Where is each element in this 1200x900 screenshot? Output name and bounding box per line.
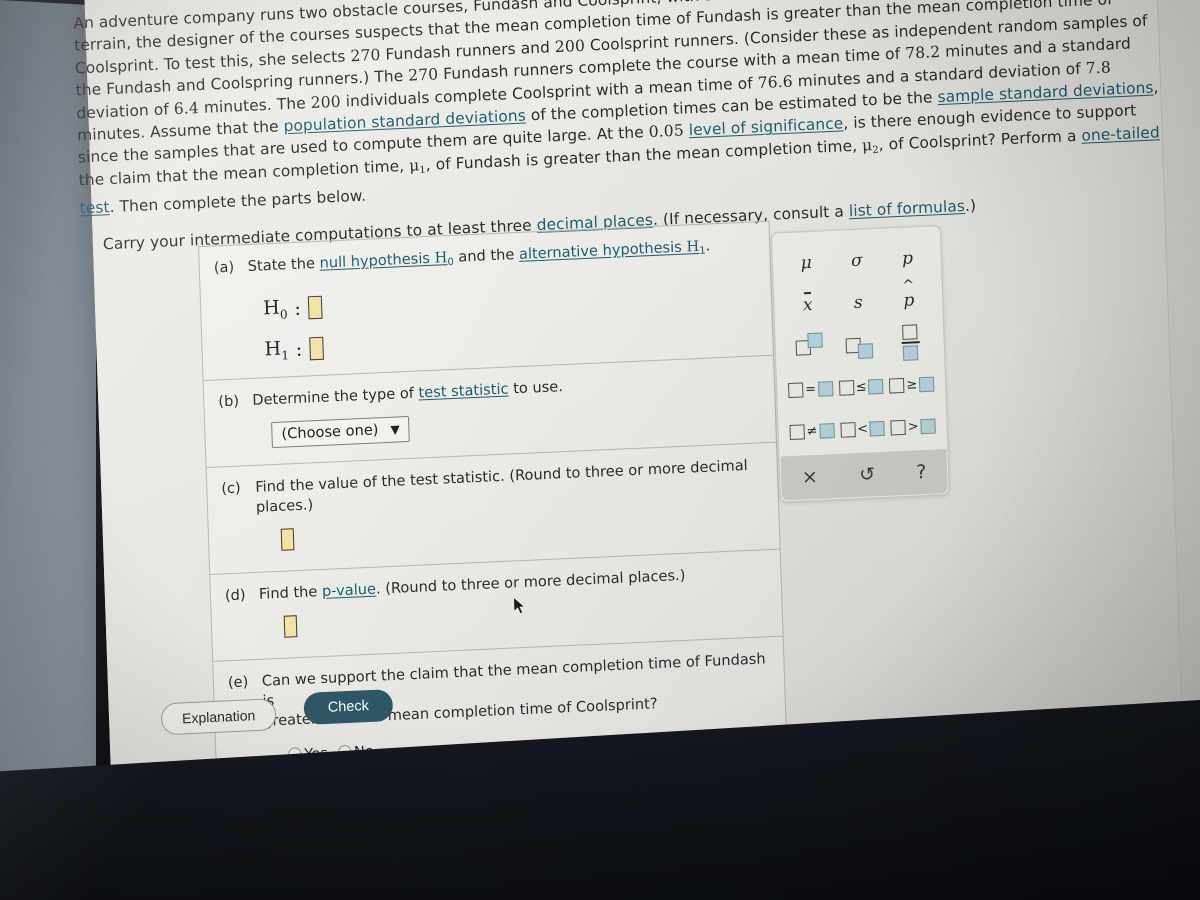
part-a-prompt: (a) State the null hypothesis H0 and the… [213,234,755,283]
check-button[interactable]: Check [303,688,394,725]
part-b-text: Determine the type of test statistic to … [252,377,563,411]
symbol-palette-grid: μ σ p x s p = ≤ ≥ ≠ < > [780,237,939,454]
part-d-tag: (d) [224,586,246,605]
palette-superscript-button[interactable] [785,326,832,368]
link-test-statistic[interactable]: test statistic [418,381,509,402]
palette-xbar-button[interactable]: x [784,284,831,326]
link-level-of-significance[interactable]: level of significance [688,115,843,140]
greater-than-icon: > [890,418,936,436]
part-b-text-pre: Determine the type of [252,384,419,409]
part-b-text-post: to use. [508,378,564,398]
part-a-text: State the null hypothesis H0 and the alt… [247,236,710,282]
n2-value-repeat: 200 [310,92,342,112]
h0-line: H0 : [263,275,757,322]
n1-value: 270 [350,45,381,66]
problem-text-run-6: minutes. The [198,93,312,117]
link-null-hypothesis[interactable]: null hypothesis H0 [319,249,454,272]
phat-glyph: p [903,290,915,310]
palette-le-button[interactable]: ≤ [838,366,885,408]
symbol-palette: μ σ p x s p = ≤ ≥ ≠ < > × [770,225,950,503]
part-d-text: Find the p-value. (Round to three or mor… [259,566,686,605]
problem-text-run-15: . Then complete the parts below. [109,186,367,217]
part-c-text: Find the value of the test statistic. (R… [254,456,748,516]
h0-input[interactable] [307,295,323,320]
h1-input[interactable] [308,336,324,361]
palette-p-button[interactable]: p [884,238,931,280]
help-icon[interactable]: ? [916,461,927,483]
h0-label: H0 [262,296,288,322]
problem-text-run-14: , of Coolsprint? Perform a [878,126,1082,154]
part-d-text-post: . (Round to three or more decimal places… [375,566,686,598]
fraction-icon [901,324,920,361]
mu-2-symbol: μ2 [861,135,880,156]
palette-fraction-button[interactable] [887,322,934,364]
chevron-down-icon: ▼ [390,421,400,437]
n2-value: 200 [554,36,586,56]
superscript-icon [795,332,823,356]
h1-label: H1 [264,337,290,363]
greater-equal-icon: ≥ [889,376,935,394]
close-icon[interactable]: × [802,466,819,489]
question-sheet: An adventure company runs two obstacle c… [73,0,1183,788]
part-a-text-pre: State the [247,254,320,275]
part-a-row: (a) State the null hypothesis H0 and the… [199,221,774,382]
alpha-value: 0.05 [648,121,685,142]
palette-s-button[interactable]: s [835,282,882,324]
palette-equals-button[interactable]: = [787,368,834,410]
palette-phat-button[interactable]: p [885,280,932,322]
palette-subscript-button[interactable] [836,324,883,366]
mean1-value: 78.2 [904,43,941,63]
h1-line: H1 : [264,316,758,363]
part-c-prompt: (c) Find the value of the test statistic… [221,455,764,519]
palette-gt-button[interactable]: > [890,406,937,448]
part-c-field [280,507,765,555]
test-statistic-input[interactable] [280,528,295,551]
test-statistic-dropdown-value: (Choose one) [281,421,379,443]
screen-content: An adventure company runs two obstacle c… [73,0,1200,828]
link-list-of-formulas[interactable]: list of formulas [849,197,966,220]
palette-sigma-button[interactable]: σ [833,240,880,282]
problem-paragraph-1: An adventure company runs two obstacle c… [73,0,1164,220]
link-alternative-hypothesis[interactable]: alternative hypothesis H1 [519,238,706,263]
sd2-value: 7.8 [1085,58,1112,78]
part-a-text-post: . [705,237,711,255]
not-equal-icon: ≠ [789,422,835,440]
part-a-text-mid: and the [453,245,520,266]
xbar-glyph: x [802,294,813,316]
palette-mu-button[interactable]: μ [783,242,830,284]
monitor-photo: An adventure company runs two obstacle c… [0,0,1200,900]
less-equal-icon: ≤ [838,378,884,396]
test-statistic-dropdown[interactable]: (Choose one) ▼ [271,415,411,449]
n1-value-repeat: 270 [407,65,439,85]
mouse-cursor [513,596,526,615]
part-b-tag: (b) [218,392,240,411]
closing-paren: .) [964,196,977,215]
equals-icon: = [787,380,834,398]
explanation-button[interactable]: Explanation [160,698,277,736]
link-p-value[interactable]: p-value [322,581,377,600]
part-d-text-pre: Find the [258,583,323,603]
problem-text-run-2: Fundash runners and [380,37,556,64]
mean2-value: 76.6 [757,72,794,92]
part-a-tag: (a) [213,258,235,277]
part-c-tag: (c) [221,479,242,498]
palette-ne-button[interactable]: ≠ [788,410,835,452]
palette-controls: × ↺ ? [780,449,948,501]
mu-1-symbol: μ1 [408,156,427,177]
sd1-value: 6.4 [173,98,200,118]
h1-colon: : [295,338,303,361]
subscript-icon [845,337,874,359]
palette-lt-button[interactable]: < [839,408,886,450]
undo-icon[interactable]: ↺ [859,463,876,486]
p-value-input[interactable] [283,615,298,638]
palette-ge-button[interactable]: ≥ [888,364,935,406]
less-than-icon: < [839,420,886,438]
h0-colon: : [294,297,302,320]
